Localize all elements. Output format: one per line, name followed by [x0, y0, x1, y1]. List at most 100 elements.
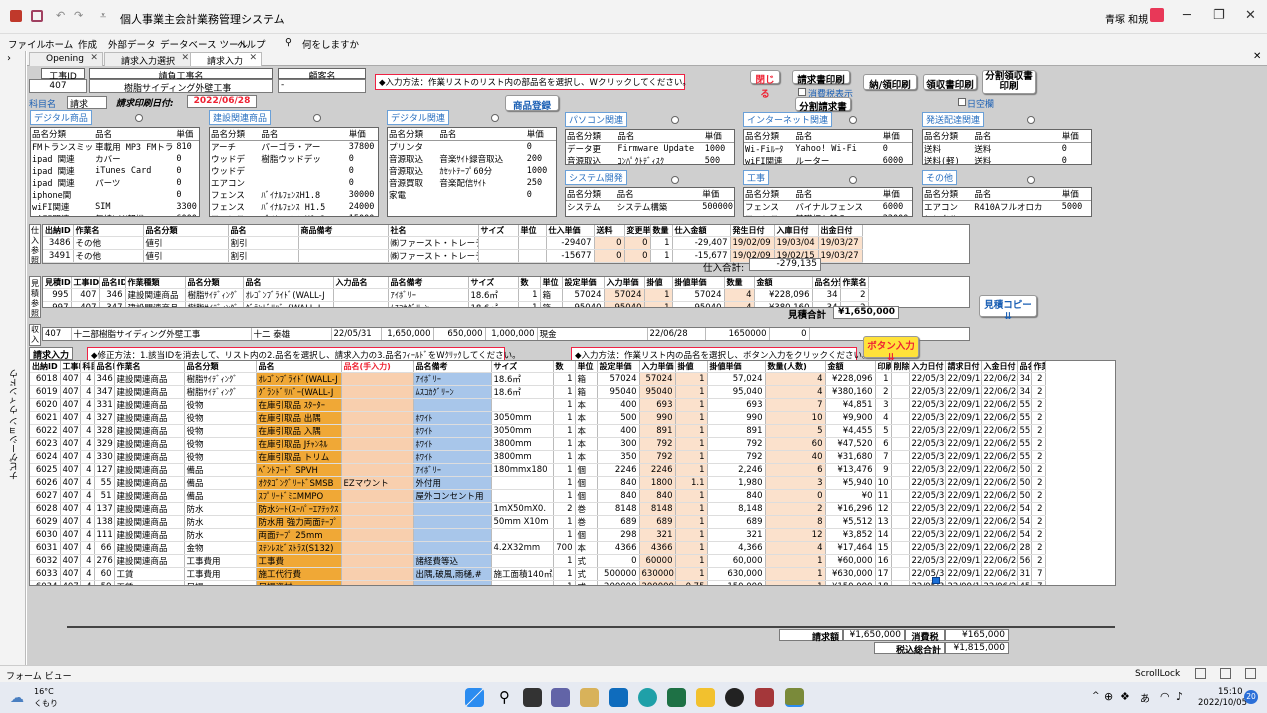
- navigation-pane[interactable]: › ナビゲーション ウィンドウ: [0, 51, 26, 665]
- table-row[interactable]: 6024 407 4 330 建設関連商品 役物 在庫引取品 トリム ﾎﾜｲﾄ 3800mm 1 本…: [30, 450, 1046, 464]
- seikyu-list[interactable]: 出納ID工事ID科目ID品名ID作業名品名分類品名品名(手入力)品名備考サイズ数…: [29, 360, 1116, 586]
- radio-digital[interactable]: [135, 114, 143, 122]
- tell-me-input[interactable]: 何をしますか: [302, 37, 359, 51]
- catalog-row[interactable]: wiFI関連 ルーター 6000: [744, 155, 912, 164]
- nav-expand-icon[interactable]: ›: [7, 53, 11, 64]
- nohin-print-button[interactable]: 納/領印刷: [863, 74, 917, 91]
- clock-date[interactable]: 2022/10/05: [1198, 698, 1247, 708]
- save-icon[interactable]: [31, 10, 43, 22]
- catalog-row[interactable]: フェンス バイナルフェンス 6000: [744, 201, 912, 213]
- layout-view-icon[interactable]: [1220, 668, 1231, 679]
- minimize-icon[interactable]: ─: [1183, 8, 1191, 23]
- shiire-list[interactable]: 出納ID作業名品名分類品名商品備考社名サイズ単位仕入単価送料変更単価数量仕入金額…: [42, 224, 970, 264]
- radio-kenzai[interactable]: [313, 114, 321, 122]
- menu-file[interactable]: ファイル: [8, 37, 46, 51]
- catalog-row[interactable]: フェンス ﾊﾞｲﾅﾙﾌｪﾝｽ H1.5 24000: [210, 201, 378, 213]
- network-share-icon[interactable]: ⊕: [1104, 690, 1113, 703]
- catalog-row[interactable]: 音源買取 音楽配信ｻｲﾄ 250: [388, 177, 556, 189]
- form-view-icon[interactable]: [1195, 668, 1206, 679]
- tab-invoice-input[interactable]: 請求入力 ✕: [190, 52, 263, 67]
- table-row[interactable]: 995 407 346 建設関連商品 樹脂ｻｲﾃﾞｨﾝｸﾞ ｵﾚｺﾞﾝﾌﾞﾗｲﾄﾞ(WAL…: [43, 288, 869, 302]
- ime-indicator[interactable]: あ: [1140, 690, 1150, 705]
- radio-pc[interactable]: [671, 116, 679, 124]
- receipt-print-button[interactable]: 領収書印刷: [923, 74, 977, 91]
- split-receipt-print-button[interactable]: 分割領収書印刷: [982, 70, 1036, 94]
- user-avatar[interactable]: [1150, 8, 1164, 22]
- table-row[interactable]: 407 十二部樹脂サイディング外壁工事 十二 泰雄 22/05/31 1,650,000…: [43, 328, 810, 340]
- restore-icon[interactable]: ❐: [1213, 8, 1225, 23]
- radio-internet[interactable]: [849, 116, 857, 124]
- table-row[interactable]: 6022 407 4 328 建設関連商品 役物 在庫引取品 入隅 ﾎﾜｲﾄ 3050mm 1 本 4…: [30, 424, 1046, 438]
- table-row[interactable]: 6025 407 4 127 建設関連商品 備品 ﾍﾞﾝﾄﾌｰﾄﾞ SPVH ｱｲﾎﾞﾘｰ 18…: [30, 463, 1046, 477]
- volume-icon[interactable]: ♪: [1176, 690, 1183, 703]
- catalog-row[interactable]: 家電 0: [388, 189, 556, 201]
- catalog-row[interactable]: エアコン 0: [210, 177, 378, 189]
- radio-koji[interactable]: [849, 176, 857, 184]
- tax-display-checkbox[interactable]: [798, 88, 806, 96]
- catalog-row[interactable]: ウッドデ 樹脂ウッドデッ 0: [210, 153, 378, 165]
- folder-icon[interactable]: [696, 688, 715, 707]
- radio-digital2[interactable]: [491, 114, 499, 122]
- catalog-row[interactable]: フェンス ﾊﾞｲﾅﾙﾌｪﾝｽH1.8 30000: [210, 189, 378, 201]
- table-row[interactable]: 6031 407 4 66 建設関連商品 金物 ｽﾃﾝﾚｽﾋﾞｽﾄﾗｽ(S132) 4.2X3…: [30, 541, 1046, 555]
- task-view-icon[interactable]: [523, 688, 542, 707]
- radio-haiso[interactable]: [1027, 116, 1035, 124]
- catalog-row[interactable]: システム システム構築 500000: [566, 201, 734, 213]
- undo-icon[interactable]: ↶: [56, 9, 65, 22]
- catalog-row[interactable]: フェンスﾊﾞｲﾅﾙﾌｪﾝｽ H1.215000: [210, 213, 378, 216]
- catalog-pc[interactable]: 品名分類 品名 単価 データ更 Firmware Update 1000 音源取込 ｺﾝﾊﾟｸ…: [565, 129, 735, 165]
- search-icon[interactable]: ⚲: [495, 688, 514, 707]
- clock-time[interactable]: 15:10: [1218, 687, 1243, 697]
- invoice-print-button[interactable]: 請求書印刷: [792, 70, 850, 86]
- button-input-button[interactable]: ボタン入力 ⇊: [863, 336, 919, 363]
- catalog-row[interactable]: データ更 Firmware Update 1000: [566, 143, 734, 155]
- access-taskbar-icon[interactable]: [755, 688, 774, 707]
- print-date-field[interactable]: 2022/06/28: [187, 95, 257, 108]
- tab-invoice-select[interactable]: 請求入力選択 ✕: [104, 52, 195, 67]
- close-tab-icon[interactable]: ✕: [181, 53, 189, 63]
- catalog-row[interactable]: ipad 関連 iTunes Card 0: [31, 165, 199, 177]
- edge-icon[interactable]: [638, 688, 657, 707]
- kamoku-select[interactable]: 請求: [67, 96, 107, 110]
- tab-opening[interactable]: Opening ✕: [29, 52, 103, 66]
- notification-badge[interactable]: 20: [1244, 690, 1258, 704]
- koji-name-field[interactable]: 樹脂サイディング外壁工事: [89, 79, 273, 94]
- radio-other[interactable]: [1027, 176, 1035, 184]
- catalog-row[interactable]: wiFI関連無線LAN親機6000: [31, 213, 199, 216]
- close-document-icon[interactable]: ✕: [1253, 51, 1261, 62]
- excel-icon[interactable]: [667, 688, 686, 707]
- table-row[interactable]: 6020 407 4 331 建設関連商品 役物 在庫引取品 ｽﾀｰﾀｰ 1 本 400 693 1 6…: [30, 398, 1046, 412]
- catalog-row[interactable]: エアコン R410Aフルオロカ 5000: [923, 201, 1091, 213]
- table-row[interactable]: 6034407459工賃足場足場資材1式2000002000000.75150,…: [30, 580, 1046, 585]
- shunyu-row[interactable]: 407 十二部樹脂サイディング外壁工事 十二 泰雄 22/05/31 1,650,000…: [42, 327, 970, 341]
- catalog-kenzai[interactable]: 品名分類 品名 単価 アーチ パーゴラ・アー 37800 ウッドデ 樹脂ウッドデッ 0 ウッドデ 0…: [209, 127, 379, 217]
- teams-icon[interactable]: [551, 688, 570, 707]
- table-row[interactable]: 6027 407 4 51 建設関連商品 備品 ｽﾌﾟﾘｰﾄﾞﾐﾆMMPO 屋外コンセント用 1…: [30, 489, 1046, 503]
- catalog-row[interactable]: ipad 関連 カバー 0: [31, 153, 199, 165]
- catalog-koji[interactable]: 品名分類品名単価フェンスバイナルフェンス6000フェンス基礎打ち替え22000: [743, 187, 913, 217]
- wifi-icon[interactable]: ◠: [1160, 690, 1170, 703]
- table-row[interactable]: 6023 407 4 329 建設関連商品 役物 在庫引取品 Jﾁｬﾝﾈﾙ ﾎﾜｲﾄ 3800m…: [30, 437, 1046, 451]
- catalog-row[interactable]: FMトランスミッ 車載用 MP3 FMトラ 810: [31, 141, 199, 153]
- table-row[interactable]: 6030 407 4 111 建設関連商品 防水 両面ﾃｰﾌﾟ 25mm 1 個 298 321 1 3…: [30, 528, 1046, 542]
- redo-icon[interactable]: ↷: [74, 9, 83, 22]
- catalog-row[interactable]: wiFI関連 SIM 3300: [31, 201, 199, 213]
- catalog-row[interactable]: 音源取込 音楽ｻｲﾄ録音取込 200: [388, 153, 556, 165]
- catalog-row[interactable]: フェンス基礎打ち替え22000: [744, 213, 912, 216]
- table-row[interactable]: 6028 407 4 137 建設関連商品 防水 防水ｼｰﾄ(ｽｰﾊﾟｰｴｱﾃｯｸｽ 1mX5…: [30, 502, 1046, 516]
- close-tab-icon[interactable]: ✕: [249, 53, 257, 63]
- weather-icon[interactable]: ☁: [10, 690, 24, 706]
- menu-create[interactable]: 作成: [78, 37, 97, 51]
- menu-home[interactable]: ホーム: [45, 37, 73, 51]
- design-view-icon[interactable]: [1245, 668, 1256, 679]
- catalog-row[interactable]: 音源取込 ｺﾝﾊﾟｸﾄﾃﾞｨｽｸ 500: [566, 155, 734, 164]
- catalog-haiso[interactable]: 品名分類 品名 単価 送料 送料 0 送料(軽) 送料 0: [922, 129, 1092, 165]
- menu-database-tools[interactable]: データベース ツール: [160, 37, 248, 51]
- radio-system[interactable]: [671, 176, 679, 184]
- table-row[interactable]: 6018 407 4 346 建設関連商品 樹脂ｻｲﾃﾞｨﾝｸﾞ ｵﾚｺﾞﾝﾌﾞﾗｲﾄﾞ(W…: [30, 372, 1046, 386]
- new-row-checkbox[interactable]: [932, 577, 940, 584]
- close-form-button[interactable]: 閉じる: [750, 70, 780, 100]
- catalog-row[interactable]: 送料 送料 0: [923, 143, 1091, 155]
- quick-access-dropdown-icon[interactable]: ⩡: [100, 9, 106, 23]
- koji-id-field[interactable]: 407: [29, 79, 87, 93]
